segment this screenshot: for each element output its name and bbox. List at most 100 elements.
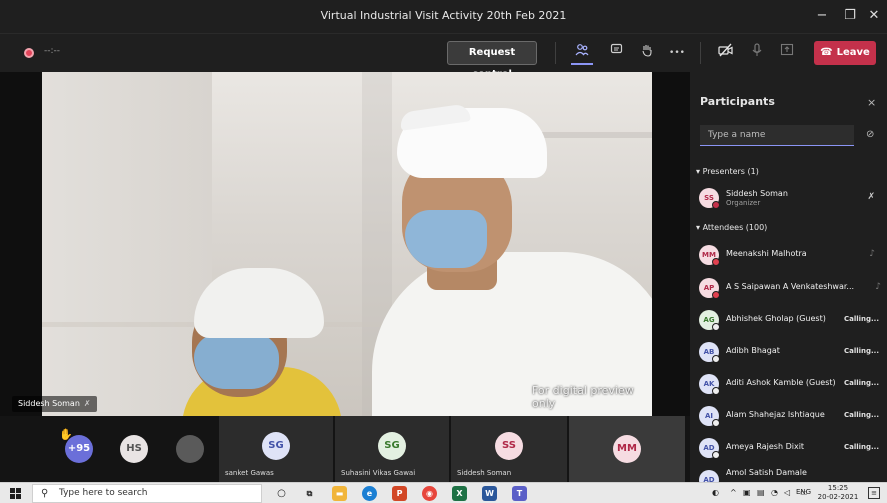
participant-name: Abhishek Gholap (Guest): [726, 314, 826, 323]
participant-search-input[interactable]: [700, 125, 854, 146]
presenters-section-header[interactable]: ▾ Presenters (1): [696, 167, 759, 176]
tile-name: Suhasini Vikas Gawai: [341, 469, 416, 477]
avatar: AI: [699, 406, 720, 427]
participant-tile[interactable]: HS: [105, 416, 163, 482]
calling-status: Calling...: [843, 379, 879, 387]
participant-tile[interactable]: SG Suhasini Vikas Gawai: [335, 416, 449, 482]
status-dot: [712, 419, 720, 427]
calling-status: Calling...: [843, 347, 879, 355]
tray-app-icon[interactable]: ▣: [743, 488, 751, 497]
status-dot: [712, 323, 720, 331]
people-icon: [575, 44, 589, 56]
participant-name: Meenakshi Malhotra: [726, 249, 807, 258]
participant-tile[interactable]: SS Siddesh Soman: [451, 416, 567, 482]
chat-icon[interactable]: [605, 43, 627, 65]
request-control-button[interactable]: Request control: [447, 41, 537, 80]
more-options-button[interactable]: •••: [666, 43, 688, 65]
participant-tile[interactable]: [165, 416, 217, 482]
chevron-up-icon[interactable]: ^: [730, 488, 737, 497]
participants-icon[interactable]: [571, 43, 593, 65]
avatar: AP: [699, 278, 720, 299]
excel-icon[interactable]: X: [452, 486, 467, 501]
attendee-row[interactable]: AB Adibh Bhagat Calling...: [690, 338, 887, 366]
attendees-header: Attendees (100): [702, 223, 768, 232]
mic-off-icon: ✗: [867, 192, 875, 202]
volume-icon[interactable]: ◁: [784, 488, 790, 497]
teams-icon[interactable]: T: [512, 486, 527, 501]
attendee-row[interactable]: AD Ameya Rajesh Dixit Calling...: [690, 434, 887, 462]
windows-taskbar: ⚲ Type here to search ○ ⧉ ▬ e P ◉ X W T ◐…: [0, 482, 887, 503]
chat-bubble-icon: [610, 43, 622, 54]
participant-name: Aditi Ashok Kamble (Guest): [726, 378, 836, 387]
phone-icon: ☎: [820, 47, 833, 58]
minimize-button[interactable]: −: [812, 6, 832, 26]
notification-icon[interactable]: ≡: [868, 487, 880, 499]
avatar: MM: [613, 435, 641, 463]
avatar: SS: [699, 188, 720, 209]
participant-name: Adibh Bhagat: [726, 346, 780, 355]
clock-date: 20-02-2021: [817, 493, 859, 501]
close-panel-button[interactable]: ×: [867, 96, 876, 109]
camera-off-icon[interactable]: [714, 43, 736, 65]
attendees-section-header[interactable]: ▾ Attendees (100): [696, 223, 767, 232]
mic-icon: ♪: [869, 249, 875, 259]
recording-icon: [24, 48, 34, 58]
panel-title: Participants: [700, 95, 775, 108]
title-bar: Virtual Industrial Visit Activity 20th F…: [0, 0, 887, 33]
teams-window: Virtual Industrial Visit Activity 20th F…: [0, 0, 887, 503]
attendee-row[interactable]: AD Amol Satish Damale: [690, 466, 887, 482]
participant-name: Ameya Rajesh Dixit: [726, 442, 805, 451]
participant-name: Amol Satish Damale: [726, 468, 807, 477]
tray-app-icon[interactable]: ▤: [757, 488, 765, 497]
video-off-icon: [717, 43, 733, 57]
participant-tile[interactable]: MM: [569, 416, 685, 482]
cortana-icon[interactable]: ○: [274, 486, 289, 501]
task-view-icon[interactable]: ⧉: [302, 486, 317, 501]
video-person: [194, 334, 279, 389]
attendee-row[interactable]: AI Alam Shahejaz Ishtiaque Calling...: [690, 402, 887, 430]
raise-hand-icon[interactable]: [636, 43, 658, 65]
participant-name: Alam Shahejaz Ishtiaque: [726, 410, 825, 419]
windows-start-icon[interactable]: [10, 488, 21, 499]
participant-name: Siddesh Soman: [726, 189, 788, 198]
chrome-icon[interactable]: ◉: [422, 486, 437, 501]
avatar: AD: [699, 438, 720, 459]
close-window-button[interactable]: ✕: [864, 6, 884, 26]
tray-app-icon[interactable]: ◐: [712, 488, 719, 497]
meeting-toolbar: --:-- Request control ••• ☎Leave: [0, 33, 887, 80]
attendee-row[interactable]: AK Aditi Ashok Kamble (Guest) Calling...: [690, 370, 887, 398]
participant-name: A S Saipawan A Venkateshwar...: [726, 282, 855, 291]
language-label[interactable]: ENG: [796, 488, 811, 496]
attendee-row[interactable]: AG Abhishek Gholap (Guest) Calling...: [690, 306, 887, 334]
word-icon[interactable]: W: [482, 486, 497, 501]
attendee-row[interactable]: AP A S Saipawan A Venkateshwar... ♪: [690, 274, 887, 302]
edge-icon[interactable]: e: [362, 486, 377, 501]
avatar: SS: [495, 432, 523, 460]
file-explorer-icon[interactable]: ▬: [332, 486, 347, 501]
status-dot: [712, 258, 720, 266]
network-icon[interactable]: ◔: [771, 488, 778, 497]
taskbar-search-box[interactable]: ⚲ Type here to search: [32, 484, 262, 503]
mic-icon[interactable]: [746, 43, 768, 65]
taskbar-search-placeholder: Type here to search: [59, 488, 148, 498]
taskbar-clock[interactable]: 15:25 20-02-2021: [817, 484, 859, 502]
presenter-row[interactable]: SS Siddesh Soman Organizer ✗: [690, 184, 887, 212]
share-screen-icon[interactable]: [776, 43, 798, 65]
search-icon: ⚲: [41, 488, 49, 499]
restore-button[interactable]: ❐: [840, 6, 860, 26]
share-invite-icon[interactable]: ⊘: [866, 129, 874, 140]
participant-strip: ✋ +95 HS SG sanket Gawas SG Suhasini Vik…: [0, 416, 690, 482]
attendee-row[interactable]: MM Meenakshi Malhotra ♪: [690, 241, 887, 269]
hand-icon: [642, 45, 652, 57]
shared-video[interactable]: For digital preview only: [42, 72, 652, 416]
avatar-initials: AI: [704, 412, 714, 420]
mic-off-icon: ✗: [83, 399, 91, 408]
participant-tile[interactable]: SG sanket Gawas: [219, 416, 333, 482]
leave-button[interactable]: ☎ Leave: [814, 41, 876, 65]
status-dot: [712, 355, 720, 363]
participants-panel: Participants × ⊘ ▾ Presenters (1) SS Sid…: [690, 72, 887, 482]
powerpoint-icon[interactable]: P: [392, 486, 407, 501]
avatar: HS: [120, 435, 148, 463]
status-dot: [712, 291, 720, 299]
overflow-tile[interactable]: ✋ +95: [55, 416, 103, 482]
